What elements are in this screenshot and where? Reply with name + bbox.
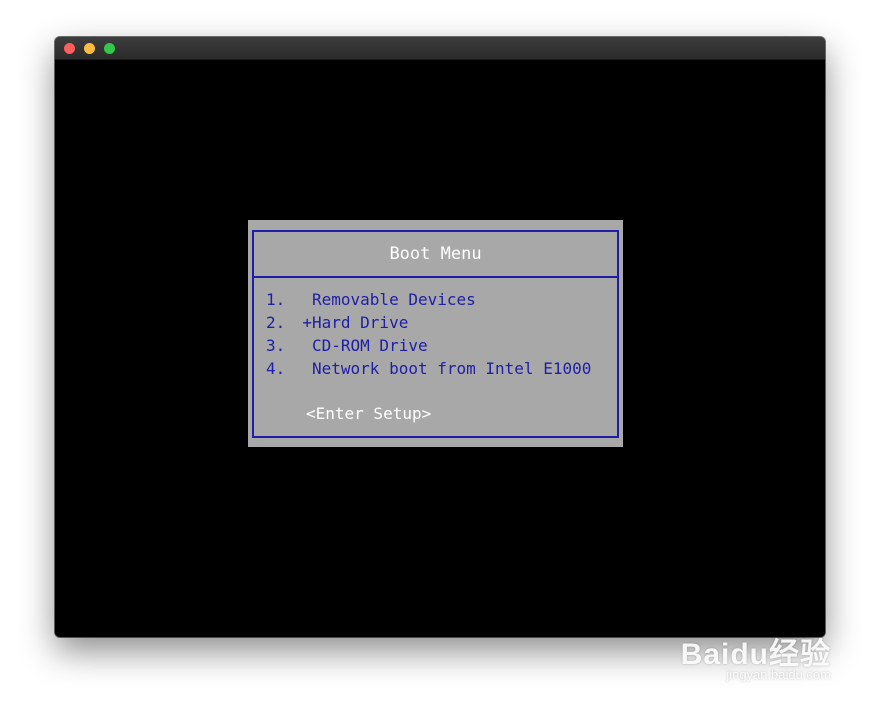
baidu-watermark: Baidu经验 jingyan.baidu.com [671, 629, 831, 689]
boot-item-number: 2. [266, 313, 286, 332]
boot-menu-title: Boot Menu [254, 232, 617, 278]
boot-item-marker: + [302, 313, 312, 332]
boot-item-removable-devices[interactable]: 1. Removable Devices [266, 288, 591, 311]
boot-item-number: 1. [266, 290, 286, 309]
boot-item-network-boot[interactable]: 4. Network boot from Intel E1000 [266, 357, 591, 380]
boot-item-number: 3. [266, 336, 286, 355]
boot-item-cd-rom-drive[interactable]: 3. CD-ROM Drive [266, 334, 591, 357]
boot-device-list: 1. Removable Devices 2. +Hard Drive 3. CD… [266, 288, 591, 380]
boot-item-marker [302, 357, 312, 380]
boot-menu-frame: Boot Menu 1. Removable Devices 2. +Hard D… [252, 230, 619, 438]
minimize-icon[interactable] [84, 43, 95, 54]
enter-setup-option[interactable]: <Enter Setup> [306, 402, 431, 425]
boot-item-hard-drive[interactable]: 2. +Hard Drive [266, 311, 591, 334]
boot-item-marker [302, 334, 312, 357]
boot-item-marker [302, 288, 312, 311]
close-icon[interactable] [64, 43, 75, 54]
boot-item-label: Network boot from Intel E1000 [312, 359, 592, 378]
boot-item-label: Hard Drive [312, 313, 409, 332]
boot-item-number: 4. [266, 359, 286, 378]
watermark-url: jingyan.baidu.com [726, 667, 831, 682]
boot-item-label: Removable Devices [312, 290, 476, 309]
window-titlebar[interactable] [55, 37, 825, 60]
vm-window: Boot Menu 1. Removable Devices 2. +Hard D… [55, 37, 825, 637]
zoom-icon[interactable] [104, 43, 115, 54]
boot-menu-panel: Boot Menu 1. Removable Devices 2. +Hard D… [248, 220, 623, 447]
boot-item-label: CD-ROM Drive [312, 336, 428, 355]
vm-screen: Boot Menu 1. Removable Devices 2. +Hard D… [55, 60, 825, 637]
